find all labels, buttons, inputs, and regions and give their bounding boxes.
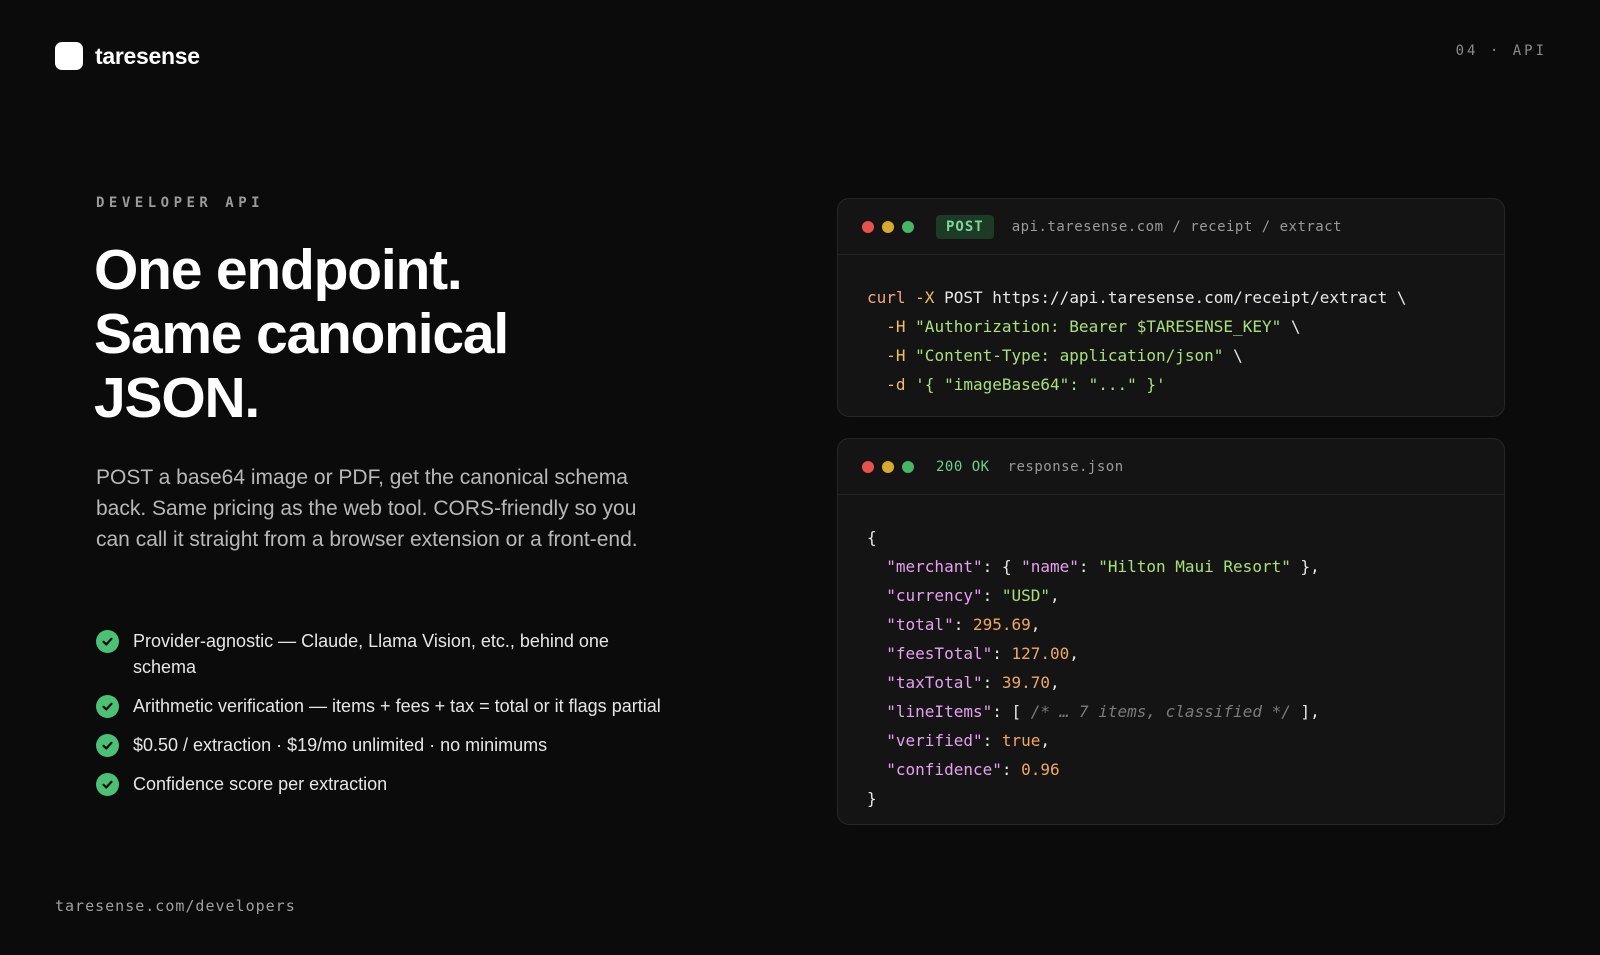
response-code-window: 200 OK response.json { "merchant": { "na… <box>837 438 1505 825</box>
brand[interactable]: taresense <box>55 42 200 70</box>
code-line: -H "Content-Type: application/json" \ <box>867 341 1475 370</box>
code-token: -H <box>886 346 906 365</box>
code-token: /* … 7 items, classified */ <box>1030 702 1291 721</box>
code-token: -d <box>886 375 906 394</box>
http-method-badge: POST <box>936 214 994 239</box>
slide-number: 04 · API <box>1455 43 1547 59</box>
code-line: { <box>867 523 1475 552</box>
code-token: { <box>867 528 877 547</box>
check-icon <box>96 773 119 796</box>
feature-list: Provider-agnostic — Claude, Llama Vision… <box>96 628 676 810</box>
headline-line: Same canonical <box>94 302 509 366</box>
window-titlebar: 200 OK response.json <box>838 439 1504 495</box>
code-token: -H <box>886 317 906 336</box>
code-line: "merchant": { "name": "Hilton Maui Resor… <box>886 557 1320 576</box>
code-token: } <box>867 789 877 808</box>
code-line: "currency": "USD", <box>886 586 1060 605</box>
feature-text: Provider-agnostic — Claude, Llama Vision… <box>133 631 609 677</box>
close-dot-icon <box>862 460 874 473</box>
headline-line: JSON. <box>94 366 260 430</box>
code-token: "taxTotal" <box>886 673 983 692</box>
code-token: "total" <box>886 615 954 634</box>
eyebrow-label: DEVELOPER API <box>96 195 265 211</box>
code-line: -d '{ "imageBase64": "..." }' <box>867 370 1475 399</box>
code-line: "total": 295.69, <box>886 615 1041 634</box>
code-token: "verified" <box>886 731 983 750</box>
code-token: POST <box>944 288 983 307</box>
code-token: "Authorization: Bearer $TARESENSE_KEY" <box>915 317 1282 336</box>
code-token: true <box>1001 731 1041 750</box>
feature-item: $0.50 / extraction · $19/mo unlimited · … <box>96 732 676 758</box>
code-token: \ <box>1233 346 1243 365</box>
check-icon <box>96 734 119 757</box>
code-token: 127.00 <box>1011 644 1070 663</box>
code-token: \ <box>1396 288 1407 307</box>
brand-name: taresense <box>95 42 200 69</box>
code-line: curl -X POST https://api.taresense.com/r… <box>867 283 1475 312</box>
check-icon <box>96 695 119 718</box>
headline: One endpoint. Same canonical JSON. <box>94 238 694 430</box>
feature-text: $0.50 / extraction · $19/mo unlimited · … <box>133 735 548 755</box>
code-token: "USD" <box>1001 586 1051 605</box>
code-line: -H "Authorization: Bearer $TARESENSE_KEY… <box>867 312 1475 341</box>
code-token: "Content-Type: application/json" <box>915 346 1224 365</box>
code-token: "currency" <box>886 586 983 605</box>
close-dot-icon <box>862 220 874 233</box>
endpoint-path: api.taresense.com / receipt / extract <box>1011 218 1343 235</box>
code-line: } <box>867 784 1475 813</box>
request-code-block: curl -X POST https://api.taresense.com/r… <box>838 255 1504 399</box>
feature-text: Arithmetic verification — items + fees +… <box>133 696 661 716</box>
code-line: "feesTotal": 127.00, <box>886 644 1079 663</box>
logo-icon <box>55 42 83 70</box>
request-code-window: POST api.taresense.com / receipt / extra… <box>837 198 1505 417</box>
feature-item: Confidence score per extraction <box>96 771 676 797</box>
code-token: "name" <box>1021 557 1079 576</box>
feature-item: Arithmetic verification — items + fees +… <box>96 693 676 719</box>
code-line: "confidence": 0.96 <box>886 760 1060 779</box>
code-token: curl <box>867 288 906 307</box>
response-code-block: { "merchant": { "name": "Hilton Maui Res… <box>838 495 1504 813</box>
code-line: "verified": true, <box>886 731 1051 750</box>
check-icon <box>96 630 119 653</box>
code-line: "taxTotal": 39.70, <box>886 673 1060 692</box>
headline-line: One endpoint. <box>94 238 463 302</box>
code-token: "lineItems" <box>886 702 993 721</box>
code-token: 39.70 <box>1001 673 1051 692</box>
code-token: https://api.taresense.com/receipt/extrac… <box>992 288 1388 307</box>
code-token: "feesTotal" <box>886 644 993 663</box>
footer-link[interactable]: taresense.com/developers <box>55 897 296 915</box>
lede-paragraph: POST a base64 image or PDF, get the cano… <box>96 466 638 551</box>
response-filename: response.json <box>1007 458 1124 475</box>
response-status: 200 OK <box>936 458 990 475</box>
code-token: "confidence" <box>886 760 1002 779</box>
minimize-dot-icon <box>882 460 894 473</box>
code-token: 295.69 <box>972 615 1031 634</box>
window-titlebar: POST api.taresense.com / receipt / extra… <box>838 199 1504 255</box>
minimize-dot-icon <box>882 220 894 233</box>
code-token: "merchant" <box>886 557 983 576</box>
code-token: "Hilton Maui Resort" <box>1098 557 1291 576</box>
maximize-dot-icon <box>902 460 914 473</box>
feature-text: Confidence score per extraction <box>133 774 388 794</box>
code-token: 0.96 <box>1021 760 1060 779</box>
code-token: \ <box>1290 317 1301 336</box>
code-token: -X <box>915 288 935 307</box>
code-token: '{ "imageBase64": "..." }' <box>915 375 1166 394</box>
maximize-dot-icon <box>902 220 914 233</box>
code-line: "lineItems": [ /* … 7 items, classified … <box>886 702 1320 721</box>
feature-item: Provider-agnostic — Claude, Llama Vision… <box>96 628 676 680</box>
